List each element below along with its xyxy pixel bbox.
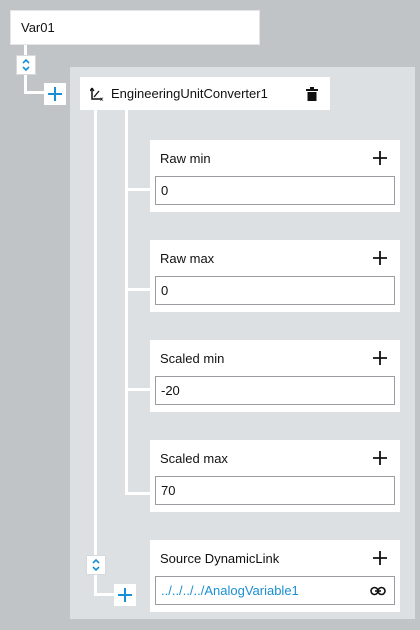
axis-function-icon: x [90, 87, 104, 102]
collapse-toggle-button[interactable] [16, 55, 36, 75]
param-card-raw-min: Raw min 0 [150, 140, 400, 212]
add-child-button[interactable] [114, 584, 136, 606]
source-link-value: ../../../../AnalogVariable1 [161, 583, 299, 598]
tree-line [125, 288, 150, 291]
add-button[interactable] [370, 248, 390, 268]
param-label: Scaled max [160, 451, 228, 466]
source-label: Source DynamicLink [160, 551, 280, 566]
svg-text:x: x [100, 96, 104, 102]
scaled-min-input[interactable]: -20 [155, 376, 395, 405]
add-button[interactable] [370, 148, 390, 168]
add-button[interactable] [370, 348, 390, 368]
delete-button[interactable] [306, 86, 318, 101]
chevron-up-down-icon [92, 558, 100, 572]
source-link-input[interactable]: ../../../../AnalogVariable1 [155, 576, 395, 605]
collapse-toggle-button[interactable] [86, 555, 106, 575]
param-label: Raw max [160, 251, 215, 266]
param-card-scaled-max: Scaled max 70 [150, 440, 400, 512]
param-card-scaled-min: Scaled min -20 [150, 340, 400, 412]
add-child-button[interactable] [44, 83, 66, 105]
plus-icon [373, 251, 387, 265]
plus-icon [373, 551, 387, 565]
tree-line [125, 110, 128, 495]
scaled-max-input[interactable]: 70 [155, 476, 395, 505]
connector-line [24, 45, 27, 55]
source-dynamic-link-card: Source DynamicLink ../../../../AnalogVar… [150, 540, 400, 612]
trash-icon [306, 86, 318, 101]
tree-line [125, 492, 150, 495]
converter-node-label: EngineeringUnitConverter1 [111, 86, 268, 101]
tree-line [94, 593, 114, 596]
param-label: Scaled min [160, 351, 225, 366]
add-button[interactable] [370, 548, 390, 568]
raw-min-input[interactable]: 0 [155, 176, 395, 205]
plus-icon [373, 351, 387, 365]
converter-node[interactable]: x EngineeringUnitConverter1 [80, 77, 330, 110]
variable-node-label: Var01 [21, 20, 55, 35]
add-button[interactable] [370, 448, 390, 468]
plus-icon [118, 588, 132, 602]
param-label: Raw min [160, 151, 211, 166]
variable-node[interactable]: Var01 [10, 10, 260, 45]
connector-line [24, 91, 44, 94]
plus-icon [373, 151, 387, 165]
tree-line [125, 388, 150, 391]
tree-line [94, 110, 97, 595]
link-icon[interactable] [370, 584, 386, 598]
plus-icon [48, 87, 62, 101]
raw-max-input[interactable]: 0 [155, 276, 395, 305]
param-card-raw-max: Raw max 0 [150, 240, 400, 312]
tree-line [125, 188, 150, 191]
chevron-up-down-icon [22, 58, 30, 72]
plus-icon [373, 451, 387, 465]
